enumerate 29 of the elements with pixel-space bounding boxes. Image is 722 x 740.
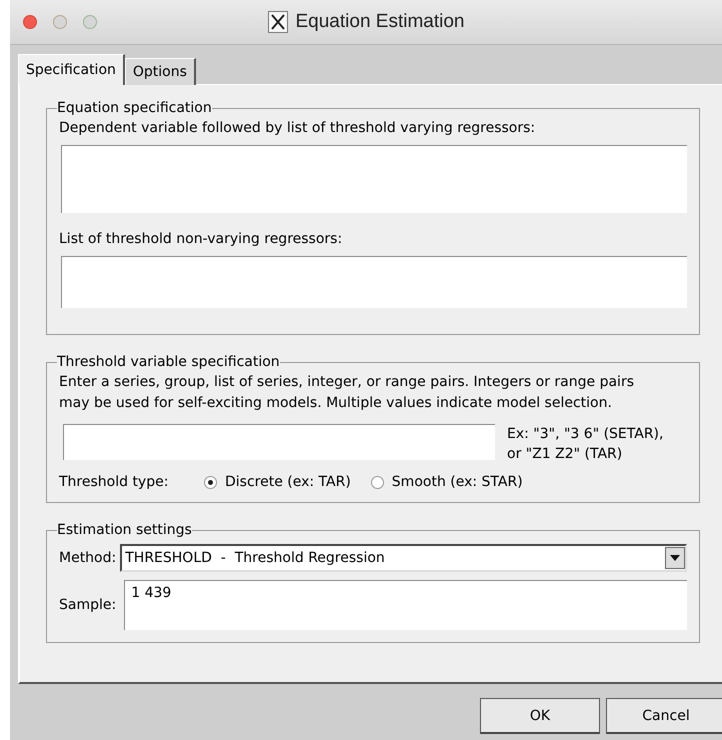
- group-title: Estimation settings: [57, 522, 192, 538]
- minimize-icon[interactable]: [53, 15, 67, 29]
- group-title: Threshold variable specification: [57, 354, 280, 370]
- radio-button[interactable]: [204, 476, 217, 488]
- app-icon: [268, 11, 288, 33]
- radio-label: Smooth (ex: STAR): [392, 474, 523, 490]
- radio-button[interactable]: [370, 476, 384, 488]
- dialog-button[interactable]: OK: [480, 698, 600, 734]
- input-field[interactable]: [61, 256, 687, 308]
- method-dropdown[interactable]: THRESHOLD - Threshold Regression: [120, 544, 687, 572]
- caret-icon: [665, 547, 685, 569]
- field-label: Method:: [59, 550, 116, 566]
- radio-label: Discrete (ex: TAR): [225, 474, 351, 490]
- example-text: Ex: "3", "3 6" (SETAR), or "Z1 Z2" (TAR): [507, 425, 664, 464]
- field-label: Dependent variable followed by list of threshold varying regressors:: [59, 119, 536, 138]
- window-title: Equation Estimation: [296, 11, 464, 33]
- input-field[interactable]: [61, 145, 687, 213]
- tab[interactable]: Options: [124, 58, 196, 85]
- group-title: Equation specification: [57, 100, 212, 116]
- dialog-button[interactable]: Cancel: [606, 698, 722, 734]
- field-label: Threshold type:: [59, 474, 170, 490]
- field-label: Sample:: [59, 597, 116, 613]
- close-icon[interactable]: [23, 15, 37, 29]
- description-text: Enter a series, group, list of series, integer, or range pairs. Integers or range pairs may be used for self-exciting models. Multiple values indicate model selection.: [59, 373, 635, 413]
- zoom-icon[interactable]: [83, 15, 97, 29]
- field-label: List of threshold non-varying regressors:: [59, 230, 344, 249]
- input-field[interactable]: [63, 424, 495, 460]
- input-field[interactable]: 1 439: [124, 580, 687, 630]
- tab[interactable]: Specification: [18, 54, 125, 85]
